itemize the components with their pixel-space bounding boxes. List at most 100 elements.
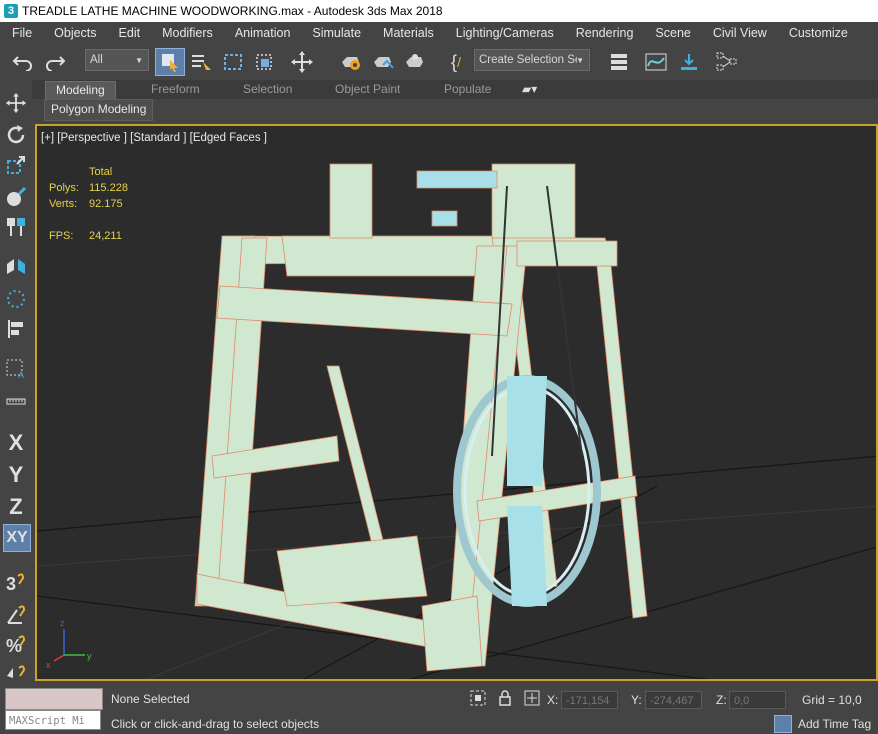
measure-icon[interactable]: [3, 388, 29, 414]
window-title: TREADLE LATHE MACHINE WOODWORKING.max - …: [22, 4, 443, 18]
ribbon: Modeling Freeform Selection Object Paint…: [32, 80, 878, 100]
menu-objects[interactable]: Objects: [42, 22, 106, 44]
layer-explorer-icon[interactable]: [606, 49, 632, 75]
create-selection-set-value: Create Selection Se: [479, 54, 577, 66]
render-production-icon[interactable]: [402, 49, 428, 75]
time-tag-icon: [774, 715, 792, 733]
svg-text:A: A: [18, 370, 24, 380]
chevron-down-icon: ▼: [135, 55, 143, 65]
render-setup-icon[interactable]: [338, 49, 364, 75]
grid-size: Grid = 10,0: [802, 693, 862, 707]
select-and-link-icon[interactable]: [3, 214, 29, 240]
axis-z-label: z: [60, 618, 65, 628]
named-selection-braces-icon[interactable]: {/: [444, 49, 468, 75]
move-icon[interactable]: [3, 90, 29, 116]
maxscript-listener-input[interactable]: MAXScript Mi: [5, 710, 101, 730]
axis-gizmo: z y x: [46, 618, 92, 670]
selection-filter-value: All: [90, 54, 103, 66]
constraint-y-button[interactable]: Y: [3, 462, 29, 488]
snap-3d-icon[interactable]: 3: [3, 570, 29, 596]
tab-modeling[interactable]: Modeling: [45, 81, 116, 100]
app-logo-icon: 3: [4, 4, 18, 18]
schematic-view-icon[interactable]: [714, 49, 740, 75]
constraint-z-button[interactable]: Z: [3, 494, 29, 520]
prompt-line: Click or click-and-drag to select object…: [111, 717, 320, 731]
menu-customize[interactable]: Customize: [777, 22, 858, 44]
menu-edit[interactable]: Edit: [107, 22, 151, 44]
move-icon[interactable]: [288, 49, 316, 75]
selection-status: None Selected: [111, 692, 190, 706]
polys-value: 115.228: [89, 182, 128, 194]
scene-render: z y x: [37, 163, 876, 679]
align-bottom-icon[interactable]: [676, 49, 702, 75]
z-coordinate-field[interactable]: 0,0: [729, 691, 786, 709]
svg-text:%: %: [6, 636, 22, 656]
constraint-xy-button[interactable]: XY: [3, 524, 31, 552]
verts-value: 92.175: [89, 198, 123, 210]
x-coordinate-field[interactable]: -171,154: [561, 691, 618, 709]
menu-modifiers[interactable]: Modifiers: [150, 22, 223, 44]
fps-value: 24,211: [89, 230, 122, 242]
left-tool-strip: A X Y Z XY 3 %: [0, 80, 32, 684]
ribbon-options-icon[interactable]: ▰▾: [522, 81, 537, 98]
tab-selection[interactable]: Selection: [243, 81, 292, 98]
snap-toggle-icon[interactable]: A: [3, 356, 29, 382]
array-icon[interactable]: [3, 286, 29, 312]
undo-icon[interactable]: [10, 49, 36, 75]
rotate-icon[interactable]: [3, 122, 29, 148]
menu-rendering[interactable]: Rendering: [564, 22, 644, 44]
chevron-down-icon: ▼: [576, 55, 584, 65]
polys-label: Polys:: [49, 182, 79, 194]
scene-statistics: Total Polys: 115.228 Verts: 92.175 FPS: 24,…: [49, 164, 128, 244]
selection-filter-dropdown[interactable]: All ▼: [85, 49, 149, 71]
tab-populate[interactable]: Populate: [444, 81, 491, 98]
polygon-modeling-panel[interactable]: Polygon Modeling: [44, 99, 154, 121]
tab-freeform[interactable]: Freeform: [151, 81, 200, 98]
rectangular-selection-icon[interactable]: [220, 49, 246, 75]
percent-snap-icon[interactable]: %: [3, 632, 29, 658]
absolute-mode-icon[interactable]: [524, 690, 540, 709]
constraint-x-button[interactable]: X: [3, 430, 29, 456]
place-icon[interactable]: [3, 184, 29, 210]
x-label: X:: [547, 693, 559, 707]
y-coordinate-field[interactable]: -274,467: [645, 691, 702, 709]
menu-animation[interactable]: Animation: [223, 22, 301, 44]
align-icon[interactable]: [3, 316, 29, 342]
scale-icon[interactable]: [3, 152, 29, 178]
title-bar: 3 TREADLE LATHE MACHINE WOODWORKING.max …: [0, 0, 878, 22]
add-time-tag-button[interactable]: Add Time Tag: [774, 714, 871, 734]
perspective-viewport[interactable]: z y x [+] [Perspective ] [Standard ] [Ed…: [35, 124, 878, 681]
select-object-icon[interactable]: [155, 48, 185, 76]
menu-scene[interactable]: Scene: [643, 22, 700, 44]
isolate-selection-icon[interactable]: [470, 690, 486, 709]
menu-simulate[interactable]: Simulate: [300, 22, 371, 44]
svg-text:3: 3: [6, 574, 16, 594]
axis-y-label: y: [87, 651, 92, 661]
redo-icon[interactable]: [42, 49, 68, 75]
z-label: Z:: [716, 693, 727, 707]
rendered-frame-icon[interactable]: [370, 49, 396, 75]
menu-materials[interactable]: Materials: [371, 22, 444, 44]
create-selection-set-dropdown[interactable]: Create Selection Se ▼: [474, 49, 590, 71]
angle-snap-icon[interactable]: [3, 602, 29, 628]
add-time-tag-label: Add Time Tag: [798, 717, 872, 731]
menu-file[interactable]: File: [0, 22, 42, 44]
mirror-icon[interactable]: [3, 254, 29, 280]
color-swatch[interactable]: [5, 688, 103, 710]
fps-label: FPS:: [49, 230, 74, 242]
menu-civil-view[interactable]: Civil View: [701, 22, 777, 44]
spinner-snap-icon[interactable]: [3, 660, 29, 686]
viewport-label[interactable]: [+] [Perspective ] [Standard ] [Edged Fa…: [41, 132, 267, 144]
menu-lighting-cameras[interactable]: Lighting/Cameras: [444, 22, 564, 44]
verts-label: Verts:: [49, 198, 78, 210]
tab-object-paint[interactable]: Object Paint: [335, 81, 400, 98]
stats-header: Total: [89, 166, 113, 178]
select-by-name-icon[interactable]: [188, 49, 214, 75]
curve-editor-icon[interactable]: [643, 49, 669, 75]
window-crossing-icon[interactable]: [252, 49, 278, 75]
lock-icon[interactable]: [498, 690, 512, 709]
menu-bar: File Objects Edit Modifiers Animation Si…: [0, 22, 878, 44]
y-label: Y:: [631, 693, 642, 707]
axis-x-label: x: [46, 660, 51, 670]
main-toolbar: All ▼ {/ Create Selection Se ▼: [0, 44, 878, 81]
